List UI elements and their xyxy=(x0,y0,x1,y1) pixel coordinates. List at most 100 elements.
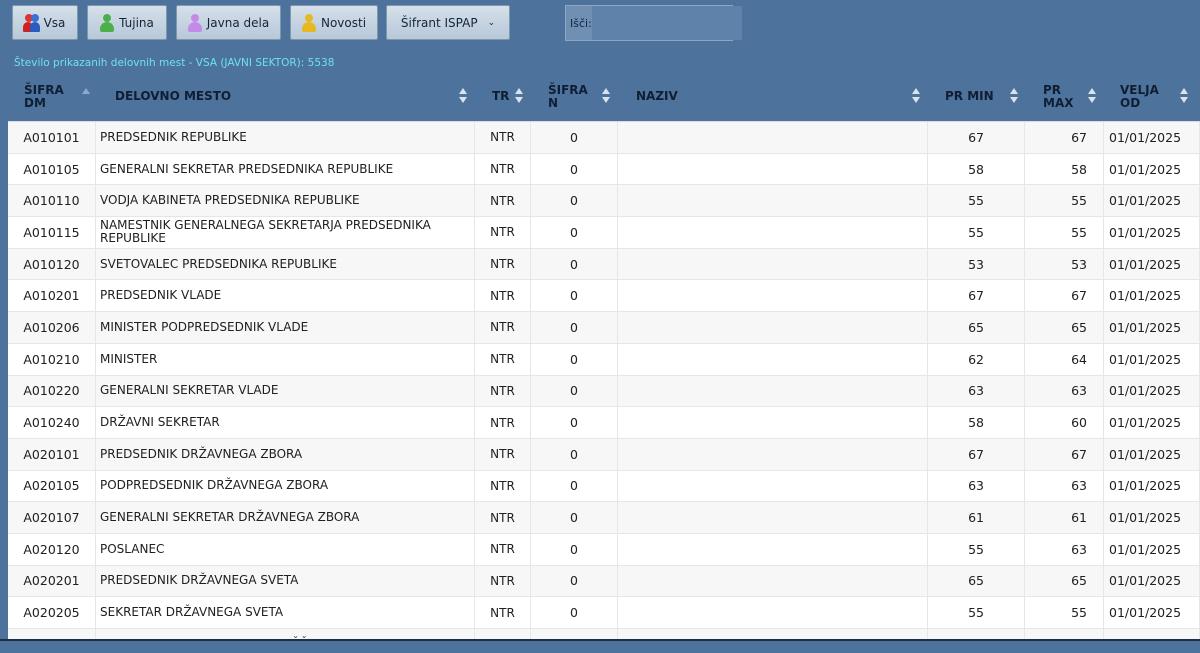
col-velja-od[interactable]: VELJA OD xyxy=(1120,73,1170,120)
cell-sifra-n: 0 xyxy=(531,185,618,217)
sort-icon[interactable] xyxy=(602,88,611,104)
col-pr-max-line1: PR xyxy=(1043,82,1062,97)
table-header: ŠIFRA DM DELOVNO MESTO TR ŠIFRA N NAZIV … xyxy=(0,73,1200,120)
cell-tr: NTR xyxy=(475,470,531,502)
filter-tujina-button[interactable]: Tujina xyxy=(87,5,167,40)
cell-pr-min: 55 xyxy=(928,185,1025,217)
col-naziv[interactable]: NAZIV xyxy=(636,73,836,120)
search-label: Išči: xyxy=(570,16,592,30)
cell-pr-max: 55 xyxy=(1025,185,1104,217)
cell-naziv xyxy=(618,122,928,153)
cell-velja-od: 01/01/2025 xyxy=(1104,565,1200,597)
cell-delovno-mesto: GENERALNI SEKRETAR DRŽAVNEGA ZBORA xyxy=(96,502,475,533)
cell-pr-max: 65 xyxy=(1025,565,1104,597)
sort-icon[interactable] xyxy=(1010,88,1019,104)
cell-naziv xyxy=(618,312,928,343)
cell-sifra-n: 0 xyxy=(531,343,618,375)
cell-velja-od: 01/01/2025 xyxy=(1104,502,1200,533)
table-row[interactable]: A020120 POSLANEC NTR 0 55 63 01/01/2025 xyxy=(8,533,1200,566)
sifrant-ispap-dropdown[interactable]: Šifrant ISPAP ⌄ xyxy=(386,5,510,40)
cell-sifra-n: 0 xyxy=(531,312,618,343)
table-row[interactable]: A010201 PREDSEDNIK VLADE NTR 0 67 67 01/01/202… xyxy=(8,280,1200,313)
table-row[interactable]: A010240 DRŽAVNI SEKRETAR NTR 0 58 60 01/01/202… xyxy=(8,407,1200,439)
col-pr-max[interactable]: PR MAX xyxy=(1043,73,1083,120)
filter-tujina-label: Tujina xyxy=(119,15,154,30)
filter-vsa-button[interactable]: Vsa xyxy=(12,5,78,40)
cell-sifra-n: 0 xyxy=(531,122,618,153)
sort-icon[interactable] xyxy=(912,88,921,104)
cell-velja-od: 01/01/2025 xyxy=(1104,153,1200,185)
table-row[interactable]: A010210 MINISTER NTR 0 62 64 01/01/2025 xyxy=(8,343,1200,376)
table-row[interactable]: A020101 PREDSEDNIK DRŽAVNEGA ZBORA NTR 0 67 6… xyxy=(8,438,1200,471)
table-row[interactable]: A010120 SVETOVALEC PREDSEDNIKA REPUBLIKE N… xyxy=(8,248,1200,281)
cell-pr-max: 63 xyxy=(1025,533,1104,565)
cell-tr: NTR xyxy=(475,153,531,185)
cell-sifra-dm: A020105 xyxy=(8,470,96,502)
cell-delovno-mesto: MINISTER xyxy=(96,343,475,375)
cell-delovno-mesto: PREDSEDNIK VLADE xyxy=(96,280,475,312)
table-row[interactable]: A010101 PREDSEDNIK REPUBLIKE NTR 0 67 67 01/01… xyxy=(8,122,1200,154)
table-row[interactable]: A020201 PREDSEDNIK DRŽAVNEGA SVETA NTR 0 65 6… xyxy=(8,565,1200,598)
cell-sifra-n: 0 xyxy=(531,470,618,502)
table-row[interactable]: A020205 SEKRETAR DRŽAVNEGA SVETA NTR 0 55 55 0… xyxy=(8,597,1200,629)
cell-tr: NTR xyxy=(475,597,531,628)
cell-pr-min: 58 xyxy=(928,153,1025,185)
col-sifra-dm[interactable]: ŠIFRA DM xyxy=(24,73,84,120)
chevron-down-icon: ⌄ xyxy=(487,17,496,28)
cell-delovno-mesto: DRŽAVNI SEKRETAR xyxy=(96,407,475,438)
cell-sifra-dm: A020120 xyxy=(8,533,96,565)
sort-asc-icon[interactable] xyxy=(82,88,91,104)
cell-pr-max: 67 xyxy=(1025,280,1104,312)
cell-pr-min: 65 xyxy=(928,565,1025,597)
table-row[interactable]: A010105 GENERALNI SEKRETAR PREDSEDNIKA RE… xyxy=(8,153,1200,186)
cell-sifra-dm: A010210 xyxy=(8,343,96,375)
cell-naziv xyxy=(618,375,928,407)
cell-pr-min: 58 xyxy=(928,407,1025,438)
sifrant-ispap-label: Šifrant ISPAP xyxy=(400,15,478,30)
table-row[interactable]: A010206 MINISTER PODPREDSEDNIK VLADE NTR 0 6… xyxy=(8,312,1200,344)
cell-naziv xyxy=(618,502,928,533)
table-row[interactable]: A010220 GENERALNI SEKRETAR VLADE NTR 0 63 63 0… xyxy=(8,375,1200,408)
cell-pr-max: 53 xyxy=(1025,248,1104,280)
cell-sifra-dm: A010206 xyxy=(8,312,96,343)
cell-pr-min: 63 xyxy=(928,470,1025,502)
yellow-user-icon xyxy=(301,13,316,32)
cell-sifra-dm: A010220 xyxy=(8,375,96,407)
table-row[interactable]: A020105 PODPREDSEDNIK DRŽAVNEGA ZBORA NTR 0… xyxy=(8,470,1200,503)
filter-javna-dela-button[interactable]: Javna dela xyxy=(176,5,281,40)
cell-sifra-dm: A010201 xyxy=(8,280,96,312)
col-sifra-n-line2: N xyxy=(548,95,559,110)
cell-velja-od: 01/01/2025 xyxy=(1104,185,1200,217)
cell-sifra-n: 0 xyxy=(531,533,618,565)
cell-tr: NTR xyxy=(475,217,531,248)
cell-tr: NTR xyxy=(475,565,531,597)
filter-novosti-button[interactable]: Novosti xyxy=(290,5,378,40)
sort-icon[interactable] xyxy=(459,88,468,104)
search-input[interactable] xyxy=(591,6,742,40)
col-sifra-n[interactable]: ŠIFRA N xyxy=(548,73,598,120)
cell-pr-max: 67 xyxy=(1025,438,1104,470)
sort-icon[interactable] xyxy=(1088,88,1097,104)
sort-icon[interactable] xyxy=(515,88,524,104)
cell-sifra-n: 0 xyxy=(531,280,618,312)
cell-delovno-mesto: SVETOVALEC PREDSEDNIKA REPUBLIKE xyxy=(96,248,475,280)
col-delovno-mesto[interactable]: DELOVNO MESTO xyxy=(115,73,415,120)
cell-pr-min: 53 xyxy=(928,248,1025,280)
result-count-text: Število prikazanih delovnih mest - VSA (… xyxy=(14,57,335,69)
cell-tr: NTR xyxy=(475,375,531,407)
cell-delovno-mesto: MINISTER PODPREDSEDNIK VLADE xyxy=(96,312,475,343)
col-velja-od-line1: VELJA xyxy=(1120,82,1159,97)
cell-sifra-n: 0 xyxy=(531,248,618,280)
cell-naziv xyxy=(618,185,928,217)
table-row[interactable]: A020107 GENERALNI SEKRETAR DRŽAVNEGA ZBOR… xyxy=(8,502,1200,534)
green-user-icon xyxy=(100,13,115,32)
cell-naziv xyxy=(618,407,928,438)
cell-delovno-mesto: PREDSEDNIK DRŽAVNEGA SVETA xyxy=(96,565,475,597)
col-pr-min[interactable]: PR MIN xyxy=(945,73,1005,120)
sort-icon[interactable] xyxy=(1180,88,1189,104)
col-tr[interactable]: TR xyxy=(492,73,516,120)
table-row[interactable]: A010115 NAMESTNIK GENERALNEGA SEKRETARJA … xyxy=(8,217,1200,249)
cell-tr: NTR xyxy=(475,407,531,438)
table-row[interactable]: A010110 VODJA KABINETA PREDSEDNIKA REPUBL… xyxy=(8,185,1200,218)
cell-naziv xyxy=(618,280,928,312)
